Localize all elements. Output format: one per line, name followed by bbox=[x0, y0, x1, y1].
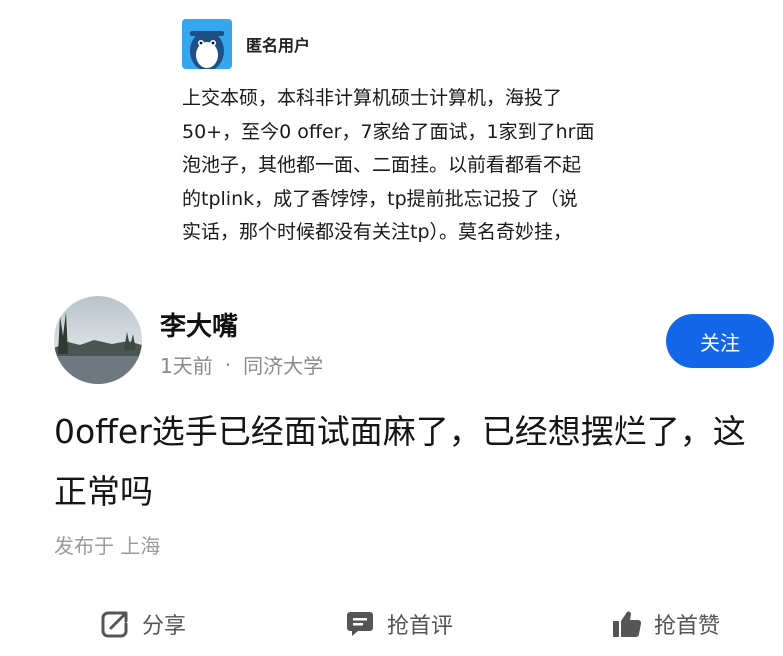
thumbs-up-icon bbox=[613, 611, 642, 637]
quoted-username: 匿名用户 bbox=[246, 36, 311, 55]
anonymous-avatar-icon bbox=[182, 19, 232, 69]
quoted-body: 上交本硕，本科非计算机硕士计算机，海投了 50+，至今0 offer，7家给了面… bbox=[182, 87, 595, 243]
post-time: 1天前 bbox=[160, 354, 213, 378]
share-icon bbox=[101, 611, 128, 638]
quoted-header: 匿名用户 bbox=[182, 18, 637, 70]
author-name[interactable]: 李大嘴 bbox=[160, 306, 238, 343]
quoted-post[interactable]: 匿名用户 上交本硕，本科非计算机硕士计算机，海投了 50+，至今0 offer，… bbox=[182, 18, 637, 256]
share-button[interactable]: 分享 bbox=[100, 608, 186, 640]
author-avatar[interactable] bbox=[54, 296, 142, 384]
quoted-fade bbox=[182, 240, 637, 260]
share-label: 分享 bbox=[142, 614, 187, 639]
comment-button[interactable]: 抢首评 bbox=[345, 608, 453, 640]
follow-button[interactable]: 关注 bbox=[666, 314, 774, 368]
post-title: 0offer选手已经面试面麻了，已经想摆烂了，这正常吗 bbox=[54, 412, 746, 511]
comment-label: 抢首评 bbox=[387, 614, 454, 639]
post-location: 发布于 上海 bbox=[54, 534, 161, 558]
like-button[interactable]: 抢首赞 bbox=[612, 608, 720, 640]
post-meta: 1天前 · 同济大学 bbox=[160, 350, 323, 379]
like-label: 抢首赞 bbox=[654, 614, 721, 639]
comment-icon bbox=[347, 612, 373, 636]
meta-separator: · bbox=[224, 352, 232, 377]
author-school: 同济大学 bbox=[243, 354, 324, 378]
